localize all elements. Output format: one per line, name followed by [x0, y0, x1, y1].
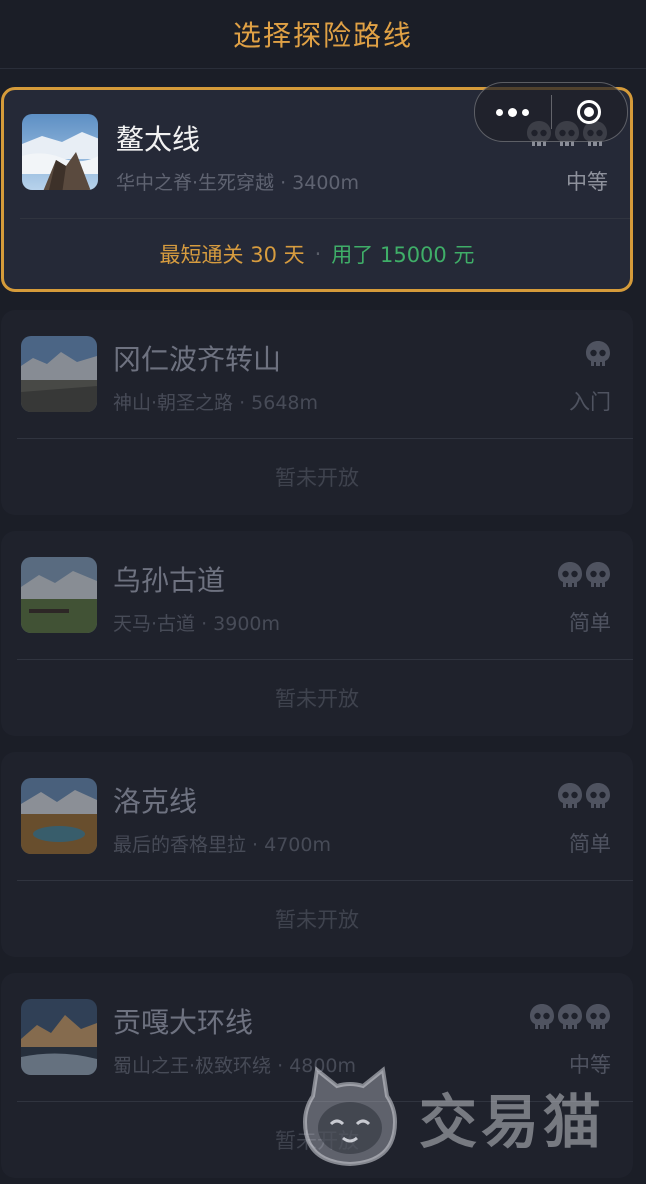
difficulty-skulls [557, 782, 611, 810]
difficulty-label: 入门 [569, 390, 611, 414]
route-thumbnail [21, 999, 97, 1075]
record-separator: · [314, 242, 322, 266]
locked-label: 暂未开放 [275, 466, 359, 490]
route-thumbnail [22, 114, 98, 190]
watermark-text: 交易猫 [419, 1088, 606, 1156]
skull-icon [558, 1004, 582, 1029]
route-thumbnail [21, 336, 97, 412]
skull-icon [586, 562, 610, 587]
close-circle-icon[interactable] [552, 83, 628, 141]
difficulty-skulls [585, 340, 611, 368]
route-subtitle: 天马·古道 · 3900m [113, 613, 281, 635]
locked-label: 暂未开放 [275, 687, 359, 711]
route-card-kailash[interactable]: 冈仁波齐转山 神山·朝圣之路 · 5648m 入门 暂未开放 [1, 310, 633, 515]
route-card-luoke[interactable]: 洛克线 最后的香格里拉 · 4700m 简单 暂未开放 [1, 752, 633, 957]
route-thumbnail [21, 778, 97, 854]
skull-icon [530, 1004, 554, 1029]
difficulty-skulls [557, 561, 611, 589]
more-dots-icon[interactable] [475, 83, 551, 141]
route-name: 冈仁波齐转山 [113, 343, 282, 376]
page-header: 选择探险路线 [0, 0, 646, 69]
locked-label: 暂未开放 [275, 908, 359, 932]
watermark: 交易猫 [295, 1062, 605, 1172]
skull-icon [586, 1004, 610, 1029]
difficulty-label: 简单 [569, 832, 611, 856]
route-thumbnail [21, 557, 97, 633]
skull-icon [586, 341, 610, 366]
skull-icon [558, 562, 582, 587]
difficulty-label: 简单 [569, 611, 611, 635]
skull-icon [586, 783, 610, 808]
difficulty-skulls [529, 1003, 611, 1031]
cat-logo-icon [302, 1066, 398, 1167]
mini-program-capsule [474, 82, 628, 142]
route-name: 贡嘎大环线 [113, 1006, 254, 1039]
route-name: 洛克线 [113, 785, 198, 818]
route-name: 鳌太线 [116, 123, 201, 156]
cost-label: 用了 15000 元 [331, 243, 475, 267]
route-record: 最短通关 30 天 · 用了 15000 元 [4, 219, 630, 289]
skull-icon [558, 783, 582, 808]
route-name: 乌孙古道 [113, 564, 226, 597]
route-subtitle: 华中之脊·生死穿越 · 3400m [116, 172, 360, 194]
route-subtitle: 神山·朝圣之路 · 5648m [113, 392, 319, 414]
difficulty-label: 中等 [566, 170, 608, 194]
route-card-wusun[interactable]: 乌孙古道 天马·古道 · 3900m 简单 暂未开放 [1, 531, 633, 736]
page-title: 选择探险路线 [232, 19, 413, 52]
route-subtitle: 最后的香格里拉 · 4700m [113, 834, 331, 856]
best-days-label: 最短通关 30 天 [159, 243, 305, 267]
